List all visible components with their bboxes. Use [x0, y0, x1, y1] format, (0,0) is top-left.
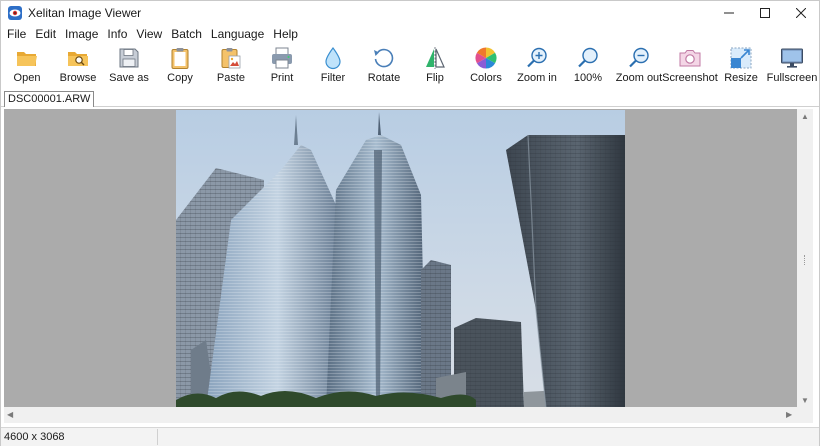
- scroll-right-icon[interactable]: ▶: [786, 411, 792, 419]
- status-bar: 4600 x 3068: [1, 427, 819, 446]
- title-bar: Xelitan Image Viewer: [1, 1, 819, 25]
- image-dimensions: 4600 x 3068: [4, 431, 65, 443]
- menu-info[interactable]: Info: [103, 25, 131, 43]
- menu-file[interactable]: File: [3, 25, 30, 43]
- resize-icon: [730, 47, 752, 69]
- menu-language[interactable]: Language: [207, 25, 268, 43]
- color-wheel-icon: [475, 47, 497, 69]
- zoom-in-icon: [527, 47, 547, 68]
- camera-icon: [679, 50, 701, 67]
- magnifier-icon: [578, 47, 598, 68]
- droplet-icon: [325, 47, 341, 70]
- status-divider: [157, 429, 158, 445]
- window-title: Xelitan Image Viewer: [28, 6, 142, 20]
- folder-open-icon: [17, 52, 37, 66]
- fullscreen-button[interactable]: Fullscreen: [766, 43, 818, 89]
- floppy-disk-icon: [119, 48, 139, 68]
- menu-batch[interactable]: Batch: [167, 25, 206, 43]
- clipboard-paste-icon: [221, 48, 241, 69]
- monitor-icon: [781, 48, 803, 68]
- tab-dsc00001[interactable]: DSC00001.ARW: [4, 91, 95, 107]
- toolbar: Open Browse Save as Copy Paste Print Fil…: [1, 43, 819, 89]
- maximize-icon: [760, 8, 770, 18]
- fullscreen-label: Fullscreen: [766, 72, 818, 84]
- image-viewer[interactable]: [4, 109, 797, 407]
- menu-view[interactable]: View: [132, 25, 166, 43]
- printer-icon: [272, 47, 292, 69]
- zoom-out-icon: [629, 47, 649, 68]
- menu-bar: File Edit Image Info View Batch Language…: [1, 25, 819, 43]
- app-window: Xelitan Image Viewer File Edit Image Inf…: [0, 0, 820, 446]
- close-icon: [796, 8, 806, 18]
- folder-search-icon: [68, 52, 88, 66]
- menu-edit[interactable]: Edit: [31, 25, 60, 43]
- minimize-button[interactable]: [711, 1, 747, 25]
- rotate-icon: [374, 48, 394, 68]
- clipboard-copy-icon: [171, 48, 189, 69]
- menu-image[interactable]: Image: [61, 25, 102, 43]
- horizontal-scrollbar[interactable]: ◀ ▶: [4, 407, 797, 423]
- vertical-scrollbar[interactable]: ▲ ▼: [797, 109, 813, 407]
- scroll-corner: [797, 407, 813, 423]
- close-button[interactable]: [783, 1, 819, 25]
- menu-help[interactable]: Help: [269, 25, 302, 43]
- scroll-up-icon[interactable]: ▲: [801, 113, 809, 121]
- tab-strip: DSC00001.ARW: [1, 90, 819, 107]
- scrollbar-grip: [804, 255, 806, 265]
- scroll-left-icon[interactable]: ◀: [7, 411, 13, 419]
- eye-app-icon: [8, 6, 22, 20]
- maximize-button[interactable]: [747, 1, 783, 25]
- flip-icon: [426, 47, 445, 69]
- scroll-down-icon[interactable]: ▼: [801, 397, 809, 405]
- city-skyscrapers-photo: [176, 110, 625, 407]
- minimize-icon: [724, 12, 734, 14]
